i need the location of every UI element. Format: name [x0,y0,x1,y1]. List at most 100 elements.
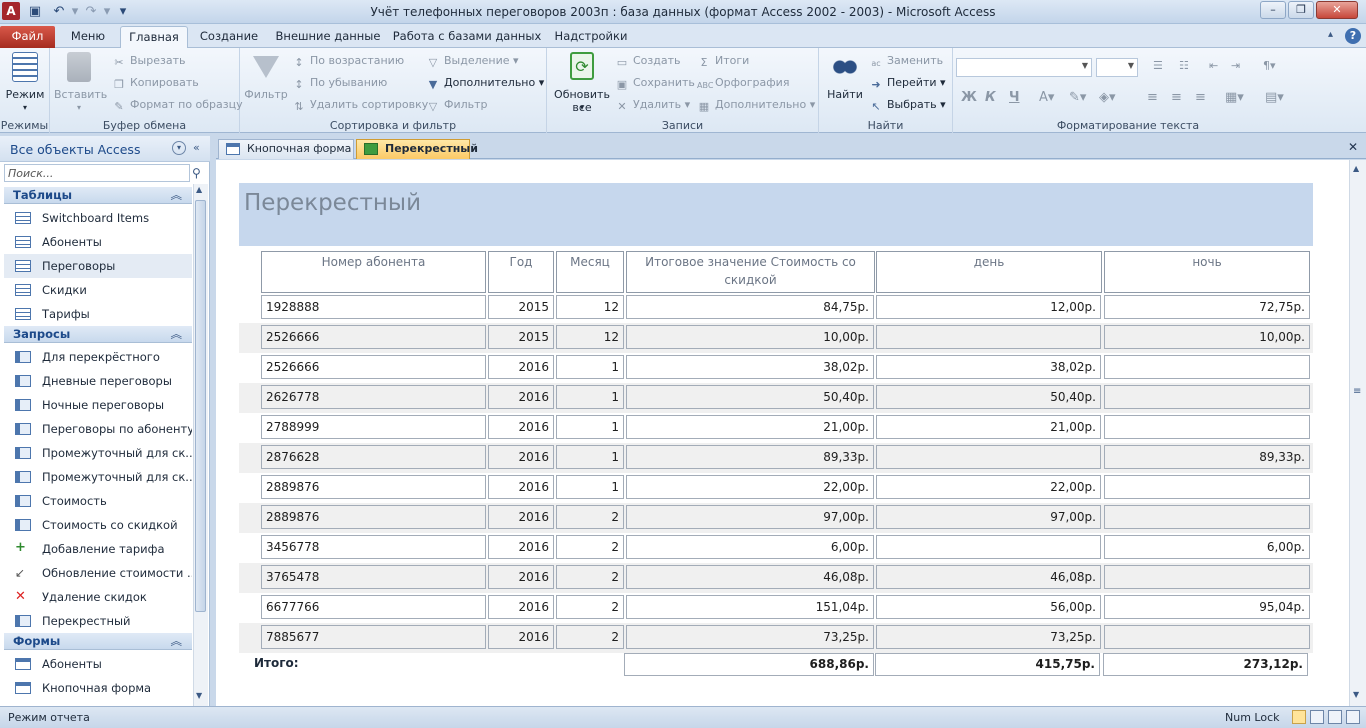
doc-tab-crosstab-report[interactable]: Перекрестный [356,139,478,159]
alternate-row-color-icon[interactable]: ▤▾ [1265,90,1284,105]
spelling-button[interactable]: ABC Орфография [697,76,789,92]
nav-item[interactable]: ✕ Удаление скидок [4,585,192,609]
increase-indent-icon[interactable]: ⇥ [1231,59,1240,72]
tab-home[interactable]: Главная [120,26,188,49]
tab-database-tools[interactable]: Работа с базами данных [392,26,542,48]
maximize-button[interactable]: ❐ [1288,1,1314,19]
paragraph-direction-icon[interactable]: ¶▾ [1263,59,1276,72]
font-color-icon[interactable]: A▾ [1039,90,1054,105]
remove-sort-button[interactable]: ⇅ Удалить сортировку [292,98,428,113]
design-view-icon[interactable] [1346,710,1360,724]
nav-scroll-thumb[interactable] [195,200,206,612]
align-center-icon[interactable]: ≡ [1171,90,1182,105]
nav-item[interactable]: Скидки [4,278,192,302]
italic-button[interactable]: К [985,90,996,105]
numbering-icon[interactable]: ☷ [1179,59,1189,72]
toggle-filter-button[interactable]: ▽ Фильтр [426,98,488,113]
report-vertical-scrollbar[interactable]: ▲ ≡ ▼ [1349,160,1366,706]
minimize-button[interactable]: – [1260,1,1286,19]
selection-filter-icon: ▽ [428,56,438,69]
fill-color-icon[interactable]: ◈▾ [1099,90,1116,105]
minimize-ribbon-icon[interactable]: ▴ [1328,29,1342,43]
goto-button[interactable]: ➜ Перейти ▾ [869,76,945,91]
font-size-combobox[interactable]: ▼ [1096,58,1138,77]
decrease-indent-icon[interactable]: ⇤ [1209,59,1218,72]
select-button[interactable]: ↖ Выбрать ▾ [869,98,945,113]
nav-item[interactable]: Для перекрёстного [4,345,192,369]
sort-descending-button[interactable]: ↕ По убыванию [292,76,387,91]
cut-button[interactable]: ✂ Вырезать [112,54,185,69]
bold-button[interactable]: Ж [961,90,977,105]
save-record-button[interactable]: ▣ Сохранить [615,76,695,91]
close-document-icon[interactable]: ✕ [1348,140,1358,154]
tab-file[interactable]: Файл [0,26,55,48]
view-mode-button[interactable]: Режим ▾ [0,48,50,118]
totals-button[interactable]: Σ Итоги [697,54,750,69]
nav-item[interactable]: Перекрестный [4,609,192,633]
find-button[interactable]: Найти [823,48,867,118]
delete-record-button[interactable]: ✕ Удалить ▾ [615,98,690,113]
scroll-up-icon[interactable]: ▲ [1353,164,1359,173]
replace-button[interactable]: ac Заменить [869,54,943,70]
search-icon[interactable]: ⚲ [192,166,201,180]
total-day-sum: 415,75р. [875,653,1100,676]
nav-item[interactable]: Абоненты [4,652,192,676]
paste-button[interactable]: Вставить ▾ [54,48,107,118]
shutter-bar-close-icon[interactable]: « [193,141,200,154]
highlight-icon[interactable]: ✎▾ [1069,90,1086,105]
advanced-filter-button[interactable]: ▼ Дополнительно ▾ [426,76,545,91]
tab-addins[interactable]: Надстройки [550,26,632,48]
nav-item[interactable]: Промежуточный для ск... [4,465,192,489]
nav-scroll-up-icon[interactable]: ▲ [196,185,202,194]
refresh-all-button[interactable]: ⟳ Обновить все ▾ [551,48,613,118]
nav-item[interactable]: Стоимость [4,489,192,513]
sort-ascending-button[interactable]: ↕ По возрастанию [292,54,404,69]
new-record-button[interactable]: ▭ Создать [615,54,681,69]
nav-item[interactable]: Переговоры по абоненту [4,417,192,441]
doc-tab-switchboard[interactable]: Кнопочная форма [218,139,354,159]
nav-item[interactable]: Дневные переговоры [4,369,192,393]
gridlines-icon[interactable]: ▦▾ [1225,90,1244,105]
nav-item[interactable]: + Добавление тарифа [4,537,192,561]
collapse-section-icon[interactable]: ︽ [171,633,183,649]
nav-item[interactable]: Переговоры [4,254,192,278]
report-view-icon[interactable] [1292,710,1306,724]
print-preview-icon[interactable] [1310,710,1324,724]
nav-item[interactable]: Промежуточный для ск... [4,441,192,465]
sort-asc-label: По возрастанию [310,54,405,67]
selection-button[interactable]: ▽ Выделение ▾ [426,54,519,69]
scroll-grip-icon[interactable]: ≡ [1353,386,1361,397]
tab-external-data[interactable]: Внешние данные [272,26,384,48]
underline-button[interactable]: Ч [1009,90,1020,105]
collapse-section-icon[interactable]: ︽ [171,187,183,203]
copy-button[interactable]: ❐ Копировать [112,76,199,91]
font-name-combobox[interactable]: ▼ [956,58,1092,77]
scroll-down-icon[interactable]: ▼ [1353,690,1359,699]
tab-create[interactable]: Создание [192,26,266,48]
tab-menu[interactable]: Меню [60,26,116,48]
collapse-section-icon[interactable]: ︽ [171,326,183,342]
format-painter-button[interactable]: ✎ Формат по образцу [112,98,242,113]
align-left-icon[interactable]: ≡ [1147,90,1158,105]
nav-item[interactable]: ↙ Обновление стоимости ... [4,561,192,585]
nav-scroll-down-icon[interactable]: ▼ [196,691,202,700]
nav-search-input[interactable]: Поиск... [4,164,190,182]
align-right-icon[interactable]: ≡ [1195,90,1206,105]
nav-item[interactable]: Ночные переговоры [4,393,192,417]
close-window-button[interactable]: ✕ [1316,1,1358,19]
nav-item[interactable]: Switchboard Items [4,206,192,230]
nav-pane-header[interactable]: Все объекты Access ▾ « [0,136,210,162]
help-icon[interactable]: ? [1345,28,1361,44]
nav-item[interactable]: Абоненты [4,230,192,254]
nav-item[interactable]: Стоимость со скидкой [4,513,192,537]
nav-item[interactable]: Тарифы [4,302,192,326]
bullets-icon[interactable]: ☰ [1153,59,1163,72]
nav-section-header[interactable]: Таблицы ︽ [4,187,192,204]
nav-item[interactable]: Кнопочная форма [4,676,192,700]
nav-menu-chevron-icon[interactable]: ▾ [172,141,186,155]
filter-button[interactable]: Фильтр [244,48,288,118]
nav-section-header[interactable]: Запросы ︽ [4,326,192,343]
more-records-button[interactable]: ▦ Дополнительно ▾ [697,98,815,113]
layout-view-icon[interactable] [1328,710,1342,724]
nav-section-header[interactable]: Формы ︽ [4,633,192,650]
